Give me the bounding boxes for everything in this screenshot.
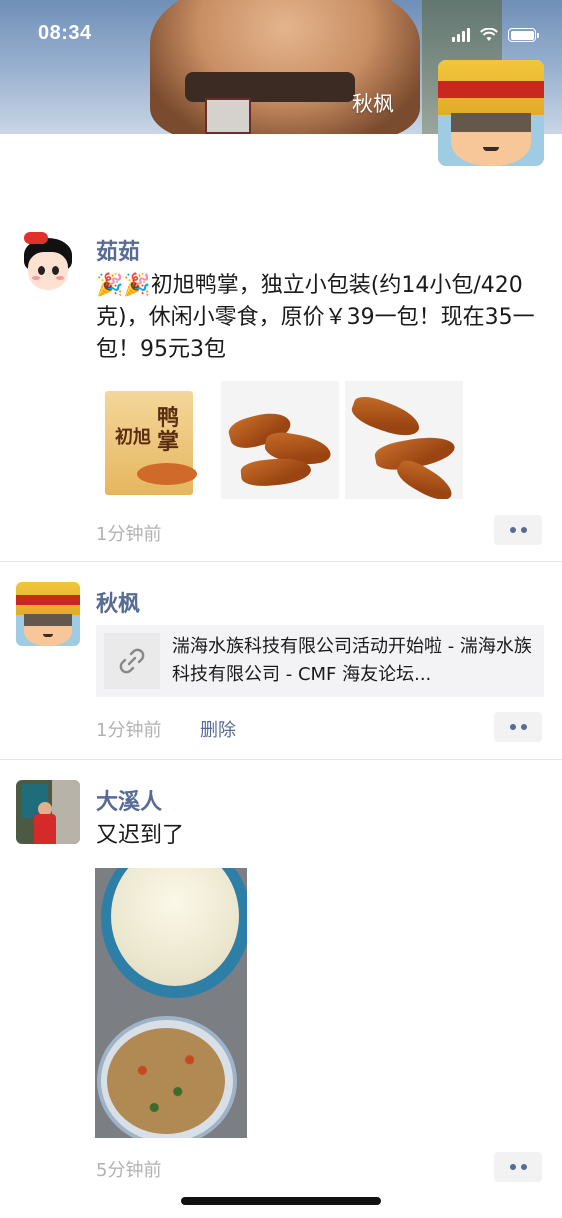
link-title: 湍海水族科技有限公司活动开始啦 - 湍海水族科技有限公司 - CMF 海友论坛.… bbox=[172, 636, 532, 685]
more-actions-button[interactable] bbox=[494, 1152, 542, 1182]
status-time: 08:34 bbox=[38, 22, 92, 44]
post-author[interactable]: 大溪人 bbox=[96, 784, 162, 816]
post-image[interactable] bbox=[345, 381, 463, 499]
post-time: 1分钟前 bbox=[96, 524, 162, 545]
post-text: 🎉🎉初旭鸭掌，独立小包装(约14小包/420克)，休闲小零食，原价￥39一包！现… bbox=[96, 273, 535, 362]
more-actions-button[interactable] bbox=[494, 712, 542, 742]
post-time: 5分钟前 bbox=[96, 1160, 162, 1181]
link-icon bbox=[104, 633, 160, 689]
avatar[interactable] bbox=[16, 230, 80, 294]
signal-icon bbox=[452, 28, 470, 42]
status-icons bbox=[452, 26, 539, 42]
post-text: 又迟到了 bbox=[96, 823, 185, 848]
post-image[interactable]: 初旭 鸭掌 bbox=[97, 381, 215, 499]
more-actions-button[interactable] bbox=[494, 515, 542, 545]
profile-name: 秋枫 bbox=[352, 92, 394, 116]
post-author[interactable]: 茹茹 bbox=[96, 234, 140, 266]
post-image[interactable] bbox=[95, 868, 247, 1138]
product-title: 鸭掌 bbox=[157, 406, 180, 455]
avatar[interactable] bbox=[16, 582, 80, 646]
wifi-icon bbox=[480, 28, 498, 41]
battery-icon bbox=[508, 28, 539, 42]
delete-button[interactable]: 删除 bbox=[200, 716, 236, 742]
moment-post: 大溪人 又迟到了 5分钟前 bbox=[0, 760, 562, 1200]
moments-page: 08:34 秋枫 茹茹 🎉🎉初旭鸭掌，独立小包装(约14小包/420克)，休闲小… bbox=[0, 0, 562, 1218]
post-author[interactable]: 秋枫 bbox=[96, 586, 140, 618]
product-brand: 初旭 bbox=[115, 427, 151, 448]
post-image[interactable] bbox=[221, 381, 339, 499]
avatar[interactable] bbox=[16, 780, 80, 844]
profile-avatar[interactable] bbox=[438, 60, 544, 166]
shared-link-card[interactable]: 湍海水族科技有限公司活动开始啦 - 湍海水族科技有限公司 - CMF 海友论坛.… bbox=[96, 625, 544, 697]
home-indicator[interactable] bbox=[181, 1197, 381, 1205]
post-time: 1分钟前 bbox=[96, 720, 162, 741]
moment-post: 茹茹 🎉🎉初旭鸭掌，独立小包装(约14小包/420克)，休闲小零食，原价￥39一… bbox=[0, 200, 562, 562]
